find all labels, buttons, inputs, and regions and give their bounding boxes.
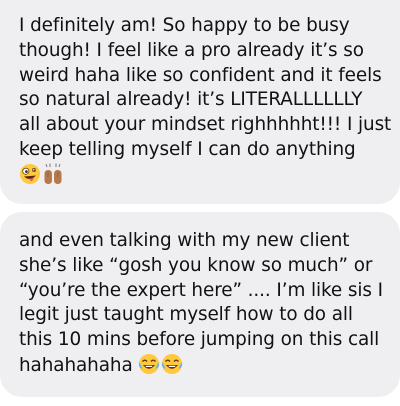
emoji-line <box>19 163 384 189</box>
message-line: I definitely am! So happy to be busy <box>19 15 350 36</box>
message-line: so natural already! it’s LITERALLLLLLY <box>19 89 363 111</box>
tears-of-joy-icon <box>138 353 160 375</box>
message-line: she’s like “gosh you know so much” or <box>19 254 373 276</box>
message-bubble-1[interactable]: I definitely am! So happy to be busy tho… <box>0 0 400 204</box>
message-line: weird haha like so confident and it feel… <box>19 64 382 86</box>
message-line: all about your mindset righhhhht!!! I ju… <box>19 114 392 136</box>
message-line: legit just taught myself how to do all <box>19 304 353 326</box>
message-line: keep telling myself I can do anything <box>19 138 356 160</box>
message-line-text: hahahahaha <box>19 354 133 376</box>
message-line: “you’re the expert here” .... I’m like s… <box>19 279 383 301</box>
raising-hands-icon <box>42 163 64 185</box>
message-line: though! I feel like a pro already it’s s… <box>19 39 364 61</box>
message-last-line: hahahahaha <box>19 353 384 379</box>
zany-face-icon <box>19 163 41 185</box>
message-bubble-2[interactable]: and even talking with my new client she’… <box>0 212 400 397</box>
message-line: this 10 mins before jumping on this call <box>19 329 380 351</box>
tears-of-joy-icon <box>161 353 183 375</box>
message-line: and even talking with my new client <box>19 230 350 251</box>
